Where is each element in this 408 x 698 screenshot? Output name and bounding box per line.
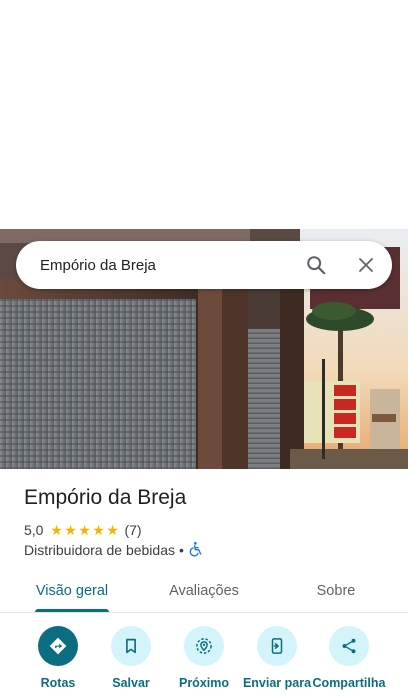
- category-separator: •: [178, 542, 184, 558]
- close-icon[interactable]: [346, 245, 386, 285]
- nearby-icon: [184, 626, 224, 666]
- star-icon: ★: [50, 522, 63, 538]
- wheelchair-accessible-icon[interactable]: [188, 541, 204, 560]
- star-icon: ★: [92, 522, 105, 538]
- place-title: Empório da Breja: [24, 486, 187, 509]
- tab-overview[interactable]: Visão geral: [24, 569, 120, 613]
- send-to-phone-button[interactable]: Enviar para: [237, 626, 317, 690]
- blank-area: [0, 0, 408, 229]
- search-box[interactable]: Empório da Breja: [16, 241, 392, 289]
- send-to-phone-label: Enviar para: [242, 676, 312, 690]
- tabs-divider: [0, 612, 408, 613]
- tab-about[interactable]: Sobre: [306, 569, 366, 613]
- bookmark-icon: [111, 626, 151, 666]
- nearby-label: Próximo: [178, 676, 229, 690]
- category-row: Distribuidora de bebidas •: [24, 541, 204, 559]
- save-label: Salvar: [112, 676, 150, 690]
- place-category: Distribuidora de bebidas: [24, 542, 175, 558]
- search-icon[interactable]: [296, 245, 336, 285]
- directions-icon: [38, 626, 78, 666]
- rating-value: 5,0: [24, 522, 44, 538]
- share-label: Compartilha: [312, 676, 386, 690]
- directions-button[interactable]: Rotas: [18, 626, 98, 690]
- share-icon: [329, 626, 369, 666]
- star-icon: ★: [106, 522, 119, 538]
- send-to-phone-icon: [257, 626, 297, 666]
- action-buttons: Rotas Salvar Próximo Enviar para Compart…: [0, 626, 408, 698]
- tab-bar: Visão geral Avaliações Sobre: [0, 569, 408, 613]
- share-button[interactable]: Compartilha: [309, 626, 389, 690]
- save-button[interactable]: Salvar: [91, 626, 171, 690]
- star-icon: ★: [64, 522, 77, 538]
- star-rating: ★ ★ ★ ★ ★: [49, 523, 119, 537]
- star-icon: ★: [78, 522, 91, 538]
- tab-reviews[interactable]: Avaliações: [158, 569, 250, 613]
- nearby-button[interactable]: Próximo: [164, 626, 244, 690]
- rating-row[interactable]: 5,0 ★ ★ ★ ★ ★ (7): [24, 521, 142, 539]
- review-count[interactable]: (7): [124, 522, 141, 538]
- search-input[interactable]: Empório da Breja: [40, 257, 296, 274]
- directions-label: Rotas: [40, 676, 76, 690]
